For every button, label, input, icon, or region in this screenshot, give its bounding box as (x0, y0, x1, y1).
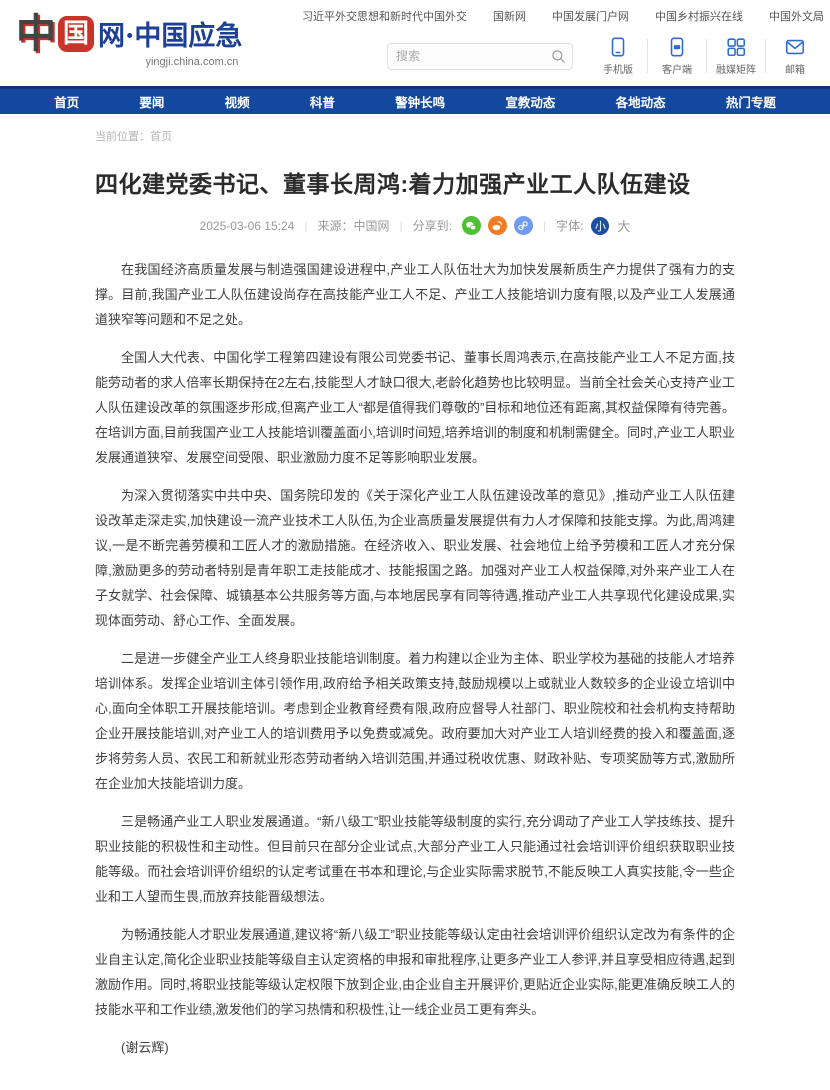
breadcrumb-label: 当前位置： (95, 131, 150, 143)
article-meta: 2025-03-06 15:24 | 来源：中国网 | 分享到: (95, 216, 735, 235)
quick-link-label: 客户端 (662, 61, 692, 76)
article-date: 2025-03-06 15:24 (200, 219, 295, 233)
quick-link-app[interactable]: 客户端 (648, 36, 706, 76)
article-paragraph: 在我国经济高质量发展与制造强国建设进程中,产业工人队伍壮大为加快发展新质生产力提… (95, 257, 735, 332)
matrix-grid-icon (725, 36, 747, 58)
article-paragraph: 全国人大代表、中国化学工程第四建设有限公司党委书记、董事长周鸿表示,在高技能产业… (95, 345, 735, 470)
top-link-guoxin[interactable]: 国新网 (493, 8, 526, 24)
quick-link-mail[interactable]: 邮箱 (766, 36, 824, 76)
logo-guo-badge: 国 (58, 16, 94, 52)
article-paragraph: 为深入贯彻落实中共中央、国务院印发的《关于深化产业工人队伍建设改革的意见》,推动… (95, 483, 735, 633)
nav-item-local[interactable]: 各地动态 (616, 92, 666, 111)
nav-item-science[interactable]: 科普 (310, 92, 335, 111)
page-title: 四化建党委书记、董事长周鸿:着力加强产业工人队伍建设 (95, 168, 735, 200)
site-header: 中 国 网·中国应急 yingji.china.com.cn 习近平外交思想和新… (0, 0, 830, 86)
nav-item-publicity[interactable]: 宣教动态 (505, 92, 555, 111)
font-smaller-button[interactable]: 小 (591, 217, 609, 235)
quick-links: 手机版 客户端 (589, 36, 824, 76)
share-buttons (462, 216, 533, 235)
mail-icon (784, 36, 806, 58)
quick-link-label: 邮箱 (785, 61, 805, 76)
font-size-controls: 字体: 小 大 (556, 216, 630, 235)
share-copylink-icon[interactable] (514, 216, 533, 235)
nav-item-video[interactable]: 视频 (225, 92, 250, 111)
share-wechat-icon[interactable] (462, 216, 481, 235)
quick-link-matrix[interactable]: 融媒矩阵 (707, 36, 765, 76)
font-larger-button[interactable]: 大 (617, 216, 630, 235)
article-container: 四化建党委书记、董事长周鸿:着力加强产业工人队伍建设 2025-03-06 15… (95, 168, 735, 1090)
app-client-icon (666, 36, 688, 58)
top-link-rural[interactable]: 中国乡村振兴在线 (655, 8, 743, 24)
divider: | (543, 219, 546, 233)
search-input[interactable] (396, 49, 551, 63)
share-label: 分享到: (413, 217, 452, 234)
divider: | (304, 219, 307, 233)
nav-item-topics[interactable]: 热门专题 (726, 92, 776, 111)
quick-link-mobile[interactable]: 手机版 (589, 36, 647, 76)
nav-item-alarm[interactable]: 警钟长鸣 (395, 92, 445, 111)
logo-zhong-glyph: 中 (16, 14, 52, 54)
top-link-dev-portal[interactable]: 中国发展门户网 (552, 8, 629, 24)
article-paragraph: 三是畅通产业工人职业发展通道。“新八级工”职业技能等级制度的实行,充分调动了产业… (95, 809, 735, 909)
font-label: 字体: (556, 217, 583, 234)
article-author: (谢云辉) (95, 1035, 735, 1060)
main-nav: 首页 要闻 视频 科普 警钟长鸣 宣教动态 各地动态 热门专题 (0, 86, 830, 114)
quick-link-label: 手机版 (603, 61, 633, 76)
quick-link-label: 融媒矩阵 (716, 61, 756, 76)
article-body: 在我国经济高质量发展与制造强国建设进程中,产业工人队伍壮大为加快发展新质生产力提… (95, 257, 735, 1090)
nav-item-news[interactable]: 要闻 (139, 92, 164, 111)
article-paragraph: 为畅通技能人才职业发展通道,建议将“新八级工”职业技能等级认定由社会培训评价组织… (95, 922, 735, 1022)
article-source: 来源：中国网 (317, 217, 389, 234)
top-link-foreign-thought[interactable]: 习近平外交思想和新时代中国外交 (302, 8, 467, 24)
search-icon[interactable] (551, 49, 566, 64)
mobile-icon (607, 36, 629, 58)
divider: | (399, 219, 402, 233)
nav-item-home[interactable]: 首页 (54, 92, 79, 111)
breadcrumb: 当前位置：首页 (95, 128, 830, 144)
top-link-foreign-lang[interactable]: 中国外文局 (769, 8, 824, 24)
breadcrumb-home-link[interactable]: 首页 (150, 131, 172, 143)
search-box (387, 43, 573, 70)
article-paragraph: 二是进一步健全产业工人终身职业技能培训制度。着力构建以企业为主体、职业学校为基础… (95, 646, 735, 796)
header-top-links: 习近平外交思想和新时代中国外交 国新网 中国发展门户网 中国乡村振兴在线 中国外… (204, 8, 824, 24)
share-weibo-icon[interactable] (488, 216, 507, 235)
